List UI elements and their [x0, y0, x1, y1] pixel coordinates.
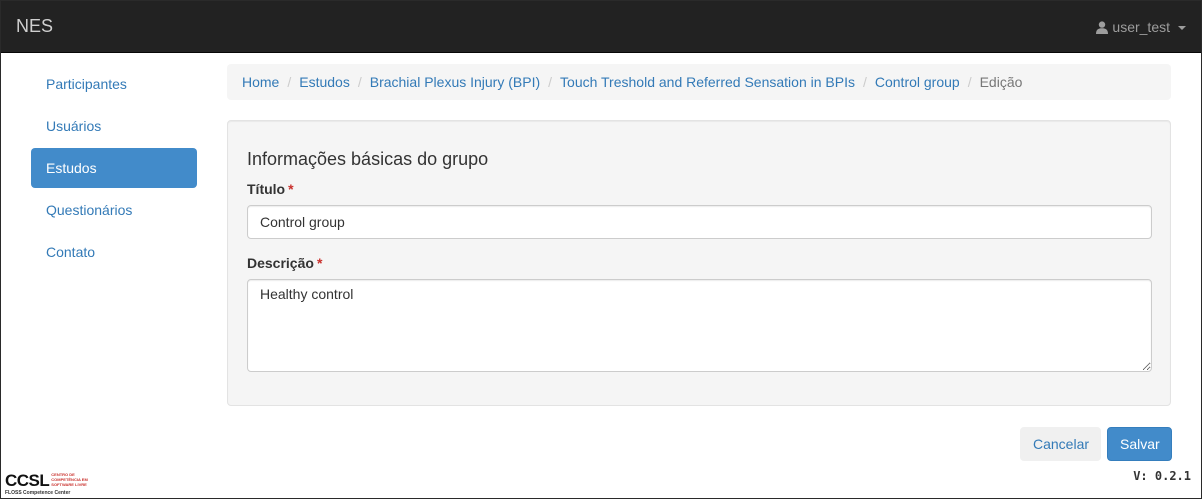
title-input[interactable] — [247, 205, 1152, 239]
app-window: NES user_test Participantes Usuários Est… — [0, 0, 1202, 499]
breadcrumb: Home / Estudos / Brachial Plexus Injury … — [227, 64, 1171, 100]
logo-side-text: Centro de Competência em Software Livre — [51, 472, 88, 487]
user-name: user_test — [1112, 19, 1170, 35]
breadcrumb-current: Edição — [979, 74, 1023, 90]
description-textarea[interactable]: Healthy control — [247, 279, 1152, 372]
sidebar-nav: Participantes Usuários Estudos Questioná… — [31, 64, 197, 274]
breadcrumb-estudos[interactable]: Estudos — [299, 74, 350, 90]
user-icon — [1096, 20, 1109, 34]
breadcrumb-separator: / — [862, 74, 867, 90]
sidebar-item-usuarios[interactable]: Usuários — [31, 106, 197, 146]
sidebar-item-questionarios[interactable]: Questionários — [31, 190, 197, 230]
top-navbar: NES user_test — [1, 1, 1201, 53]
group-form-panel: Informações básicas do grupo Título* Des… — [227, 120, 1171, 406]
breadcrumb-home[interactable]: Home — [242, 74, 279, 90]
logo-main-text: CCSL — [5, 471, 50, 490]
breadcrumb-separator: / — [287, 74, 292, 90]
ccsl-logo: CCSL Centro de Competência em Software L… — [5, 471, 88, 497]
title-label-text: Título — [247, 181, 286, 197]
breadcrumb-group[interactable]: Control group — [875, 74, 960, 90]
sidebar-item-contato[interactable]: Contato — [31, 232, 197, 272]
sidebar-item-estudos[interactable]: Estudos — [31, 148, 197, 188]
breadcrumb-experiment[interactable]: Touch Treshold and Referred Sensation in… — [560, 74, 855, 90]
breadcrumb-separator: / — [357, 74, 362, 90]
brand-logo[interactable]: NES — [16, 16, 53, 36]
save-button[interactable]: Salvar — [1107, 427, 1172, 461]
description-label: Descrição * — [247, 255, 322, 271]
breadcrumb-separator: / — [967, 74, 972, 90]
required-marker: * — [288, 181, 294, 197]
title-label: Título * — [247, 181, 294, 197]
version-label: V: 0.2.1 — [1133, 469, 1191, 483]
description-label-text: Descrição — [247, 255, 314, 271]
sidebar-item-participantes[interactable]: Participantes — [31, 64, 197, 104]
logo-side-line: Software Livre — [51, 482, 87, 487]
form-title: Informações básicas do grupo — [247, 149, 489, 169]
logo-subtitle: FLOSS Competence Center — [5, 490, 71, 496]
breadcrumb-study[interactable]: Brachial Plexus Injury (BPI) — [370, 74, 540, 90]
cancel-button[interactable]: Cancelar — [1020, 427, 1101, 461]
breadcrumb-separator: / — [548, 74, 553, 90]
required-marker: * — [316, 255, 323, 271]
caret-down-icon — [1178, 26, 1186, 30]
user-menu[interactable]: user_test — [1096, 17, 1186, 37]
